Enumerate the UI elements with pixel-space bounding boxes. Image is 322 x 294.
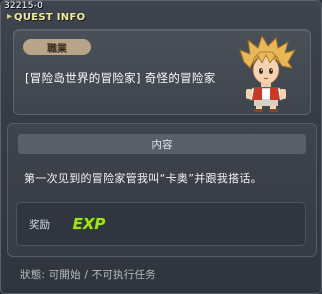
title-bar[interactable]: ▸ QUEST INFO xyxy=(7,11,85,23)
npc-avatar xyxy=(239,36,296,112)
status-startable: 可開始 xyxy=(48,269,81,281)
exp-text: EXP xyxy=(73,215,106,233)
status-not-executable: 不可执行任务 xyxy=(91,269,156,281)
content-header: 内容 xyxy=(18,134,306,154)
quest-summary-panel: 職業 [冒险岛世界的冒险家] 奇怪的冒险家 xyxy=(13,29,311,115)
quest-description: 第一次见到的冒险家管我叫“卡奥”并跟我搭话。 xyxy=(24,172,262,185)
reward-label: 奖励 xyxy=(29,219,50,231)
arrow-right-icon: ▸ xyxy=(7,11,13,22)
status-separator: / xyxy=(84,269,89,281)
quest-info-window: 32215-0 ▸ QUEST INFO 職業 [冒险岛世界的冒险家] 奇怪的冒… xyxy=(0,0,322,294)
status-label: 狀態: xyxy=(20,269,46,281)
reward-box: 奖励 EXP xyxy=(16,202,306,246)
job-badge: 職業 xyxy=(23,39,91,55)
exp-icon: EXP xyxy=(72,214,106,233)
quest-id: 32215-0 xyxy=(4,1,44,11)
quest-name: [冒险岛世界的冒险家] 奇怪的冒险家 xyxy=(25,71,216,85)
quest-content-panel: 内容 第一次见到的冒险家管我叫“卡奥”并跟我搭话。 奖励 EXP xyxy=(7,123,317,257)
window-title: QUEST INFO xyxy=(14,11,86,23)
quest-status: 狀態: 可開始 / 不可执行任务 xyxy=(20,267,156,282)
